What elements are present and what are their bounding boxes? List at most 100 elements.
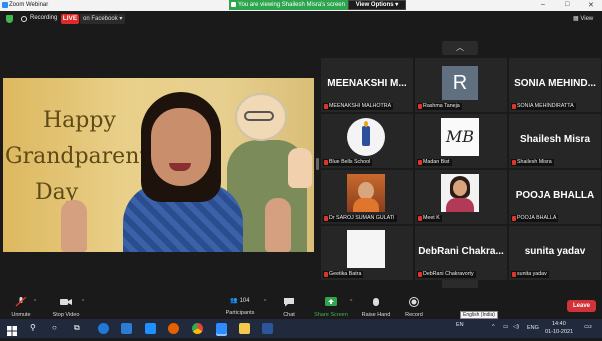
participant-name: sunita yadav <box>517 271 547 277</box>
meeting-toolbar: Unmute ^ Stop Video ^ 👥 104 Participants… <box>0 291 602 322</box>
edge-browser-icon[interactable] <box>98 323 109 334</box>
firefox-icon[interactable] <box>168 323 179 334</box>
window-title: Zoom Webinar <box>9 2 49 8</box>
participant-name-label: MEENAKSHI MALHOTRA <box>323 103 394 110</box>
leave-button[interactable]: Leave <box>567 300 596 312</box>
network-icon[interactable]: ▭ <box>503 324 508 330</box>
cortana-icon[interactable]: ○ <box>52 323 63 334</box>
participant-tile[interactable]: Shailesh Misra Shailesh Misra <box>509 114 601 168</box>
share-screen-label: Share Screen <box>314 312 348 318</box>
gallery-prev-button[interactable]: ︿ <box>442 41 478 55</box>
view-button[interactable]: ▦ View <box>573 15 593 22</box>
unmute-button[interactable]: Unmute <box>6 296 36 318</box>
notification-icon[interactable]: ▭2 <box>584 324 592 330</box>
audio-options-chevron-icon[interactable]: ^ <box>34 299 36 305</box>
participant-tile[interactable]: sunita yadav sunita yadav <box>509 226 601 280</box>
greeting-line-2: Grandparents <box>5 144 160 169</box>
participant-name: Rashma Taneja <box>423 103 460 109</box>
participant-count: 104 <box>239 298 250 304</box>
participant-tile[interactable]: Meet K <box>415 170 507 224</box>
muted-mic-icon <box>324 272 328 277</box>
participant-tile[interactable]: POOJA BHALLA POOJA BHALLA <box>509 170 601 224</box>
notification-count: 2 <box>589 324 592 329</box>
participants-chevron-icon[interactable]: ^ <box>264 299 266 305</box>
participant-tile[interactable]: MEENAKSHI M... MEENAKSHI MALHOTRA <box>321 58 413 112</box>
share-icon <box>231 2 236 7</box>
participant-tile[interactable]: Blue Bells School <box>321 114 413 168</box>
chrome-icon[interactable] <box>192 323 203 334</box>
participant-tile[interactable]: SONIA MEHIND... SONIA MEHINDIRATTA <box>509 58 601 112</box>
participants-button[interactable]: 👥 104 Participants <box>222 297 258 316</box>
participant-tile[interactable]: DebRani Chakra... DebRani Chakravorty <box>415 226 507 280</box>
view-options-button[interactable]: View Options ▾ <box>348 0 406 10</box>
muted-mic-icon <box>418 216 422 221</box>
record-button[interactable]: Record <box>400 297 428 318</box>
volume-icon[interactable]: ◁) <box>513 324 519 330</box>
grandpa-hand <box>288 148 312 188</box>
participant-name-label: Meet K <box>417 215 442 222</box>
mail-icon[interactable] <box>121 323 132 334</box>
clock-date[interactable]: 01-10-2021 <box>545 329 573 335</box>
muted-mic-icon <box>512 216 516 221</box>
participant-name: Meet K <box>423 215 440 221</box>
clock-time[interactable]: 14:40 <box>552 321 566 327</box>
muted-mic-icon <box>418 272 422 277</box>
word-icon[interactable] <box>262 323 273 334</box>
maximize-button[interactable]: □ <box>565 1 569 8</box>
school-logo <box>347 118 385 156</box>
muted-mic-icon <box>324 216 328 221</box>
participant-tile[interactable]: R Rashma Taneja <box>415 58 507 112</box>
share-screen-button[interactable]: Share Screen <box>312 297 350 318</box>
participants-icon: 👥 <box>230 298 238 304</box>
participant-name: Dr SAROJ SUMAN GULATI <box>329 215 395 221</box>
participant-tile[interactable]: MB Madan Bist <box>415 114 507 168</box>
zoom-taskbar-icon[interactable] <box>216 323 227 334</box>
muted-mic-icon <box>512 104 516 109</box>
close-window-button[interactable]: ✕ <box>588 1 594 9</box>
security-shield-icon[interactable] <box>6 15 13 23</box>
chat-bubble-icon <box>284 298 294 307</box>
search-icon[interactable]: ⚲ <box>30 323 41 334</box>
participant-name-label: sunita yadav <box>511 271 549 278</box>
muted-mic-icon <box>512 272 516 277</box>
task-view-icon[interactable]: ⧉ <box>74 323 85 334</box>
mb-logo: MB <box>441 118 479 156</box>
live-target-dropdown[interactable]: on Facebook ▾ <box>80 14 125 24</box>
windows-taskbar: ⚲ ○ ⧉ EN ^ ▭ ◁) ENG 14:40 01-10-2021 ▭2 <box>0 319 602 338</box>
participant-name-label: Geetika Batra <box>323 271 364 278</box>
main-video: Happy Grandparents Day <box>3 78 314 252</box>
video-options-chevron-icon[interactable]: ^ <box>82 299 84 305</box>
participant-name-label: Madan Bist <box>417 159 452 166</box>
live-badge: LIVE <box>61 14 79 24</box>
muted-mic-icon <box>418 160 422 165</box>
minimize-button[interactable]: – <box>541 1 545 8</box>
raise-hand-button[interactable]: Raise Hand <box>358 297 394 318</box>
participant-name-label: Dr SAROJ SUMAN GULATI <box>323 215 397 222</box>
language-tooltip: English (India) <box>460 311 498 319</box>
video-camera-icon <box>60 299 72 305</box>
participant-name: Geetika Batra <box>329 271 362 277</box>
dropbox-icon[interactable] <box>145 323 156 334</box>
participant-display-name: SONIA MEHIND... <box>514 78 596 89</box>
participant-name: POOJA BHALLA <box>517 215 557 221</box>
participant-tile[interactable]: Geetika Batra <box>321 226 413 280</box>
chat-button[interactable]: Chat <box>276 297 302 318</box>
file-explorer-icon[interactable] <box>239 323 250 334</box>
chat-label: Chat <box>283 312 295 318</box>
tray-chevron-icon[interactable]: ^ <box>492 324 495 330</box>
language-indicator-short[interactable]: EN <box>456 322 464 328</box>
participant-name: Madan Bist <box>423 159 450 165</box>
participant-display-name: MEENAKSHI M... <box>327 78 407 89</box>
share-options-chevron-icon[interactable]: ^ <box>350 299 352 305</box>
participant-name-label: Rashma Taneja <box>417 103 462 110</box>
participant-name-label: Shailesh Misra <box>511 159 554 166</box>
keyboard-language[interactable]: ENG <box>527 325 539 331</box>
splitter-handle[interactable] <box>316 158 319 170</box>
participant-tile[interactable]: Dr SAROJ SUMAN GULATI <box>321 170 413 224</box>
share-banner-text: You are viewing Shailesh Misra's screen <box>238 2 345 8</box>
recording-icon <box>21 16 27 22</box>
zoom-app-icon <box>2 2 8 8</box>
stop-video-button[interactable]: Stop Video <box>48 297 84 318</box>
windows-start-icon[interactable] <box>7 323 18 336</box>
meeting-top-bar: Recording LIVE on Facebook ▾ You are vie… <box>0 0 602 27</box>
